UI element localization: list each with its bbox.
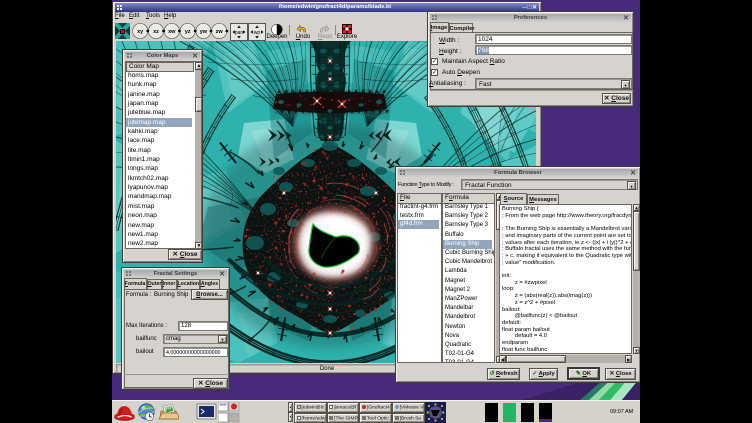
svg-text:xz: xz bbox=[153, 29, 159, 35]
svg-text:pan: pan bbox=[235, 30, 244, 36]
svg-text:wp: wp bbox=[254, 30, 261, 36]
svg-text:xy: xy bbox=[137, 29, 144, 35]
svg-text:yw: yw bbox=[200, 29, 208, 35]
svg-text:zw: zw bbox=[216, 29, 224, 35]
svg-text:yz: yz bbox=[185, 29, 191, 35]
svg-text:xw: xw bbox=[168, 29, 176, 35]
